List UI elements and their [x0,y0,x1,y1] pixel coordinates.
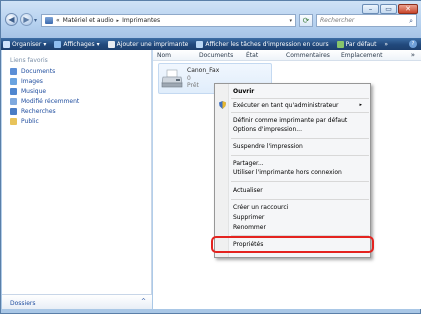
set-default-label: Par défaut [345,40,377,48]
menu-separator [231,138,369,139]
control-panel-icon [45,17,53,24]
back-button[interactable]: ◀ [5,13,18,26]
window-controls: – ▭ ✕ [362,4,418,14]
chevron-down-icon: ▾ [43,40,47,48]
chevron-up-icon: ^ [140,298,146,305]
images-icon [10,78,17,85]
add-printer-icon [107,40,115,48]
column-location[interactable]: Emplacement [341,52,382,59]
menu-item-set-default[interactable]: Définir comme imprimante par défaut [233,117,347,124]
menu-item-refresh[interactable]: Actualiser [233,187,263,194]
submenu-arrow-icon: ▸ [359,102,362,108]
sidebar-item-label: Musique [21,88,47,95]
minimize-button[interactable]: – [362,4,379,14]
print-queue-icon [196,40,204,48]
menu-item-printing-preferences[interactable]: Options d'impression... [233,126,302,133]
sidebar-item-label: Documents [21,68,56,75]
menu-item-rename[interactable]: Renommer [233,224,266,231]
menu-item-pause-printing[interactable]: Suspendre l'impression [233,143,303,150]
views-label: Affichages [63,40,95,48]
menu-separator [231,155,369,156]
maximize-button[interactable]: ▭ [380,4,397,14]
print-queue-button[interactable]: Afficher les tâches d'impression en cour… [196,40,329,48]
toolbar-overflow-button[interactable]: » [384,41,388,48]
menu-icon-gutter [215,84,229,257]
explorer-window: – ▭ ✕ ◀ ▶ ▾ « Matériel et audio ▸ Imprim… [0,0,421,314]
forward-button[interactable]: ▶ [20,13,33,26]
sidebar-item-images[interactable]: Images [10,78,43,85]
breadcrumb-printers[interactable]: Imprimantes [122,17,160,24]
sidebar-item-label: Images [21,78,43,85]
views-icon [54,40,62,48]
add-printer-button[interactable]: Ajouter une imprimante [107,40,189,48]
printer-name: Canon_Fax [187,67,220,74]
documents-icon [10,68,17,75]
context-menu: Ouvrir Exécuter en tant qu'administrateu… [214,83,371,258]
print-queue-label: Afficher les tâches d'impression en cour… [205,40,329,48]
sidebar-item-searches[interactable]: Recherches [10,108,56,115]
organize-icon [3,40,10,48]
music-icon [10,88,17,95]
column-header-row: Nom Documents État Commentaires Emplacem… [153,50,421,61]
default-printer-icon [336,40,344,48]
menu-item-create-shortcut[interactable]: Créer un raccourci [233,204,288,211]
recent-pages-dropdown[interactable]: ▾ [34,17,37,24]
sidebar-item-label: Public [21,118,39,125]
set-default-button[interactable]: Par défaut [336,40,377,48]
column-documents[interactable]: Documents [199,52,233,59]
columns-overflow[interactable]: » [411,51,415,59]
search-placeholder: Rechercher [320,17,355,24]
sidebar-item-label: Recherches [21,108,56,115]
sidebar-item-music[interactable]: Musique [10,88,46,95]
sidebar-item-recent[interactable]: Modifié récemment [10,98,79,105]
breadcrumb-separator[interactable]: ▸ [117,18,120,24]
column-comments[interactable]: Commentaires [286,52,330,59]
address-overflow[interactable]: « [56,17,60,24]
sidebar-item-documents[interactable]: Documents [10,68,55,75]
menu-separator [231,112,369,113]
views-button[interactable]: Affichages ▾ [54,40,100,48]
address-dropdown-icon[interactable]: ▾ [289,18,292,24]
printer-status: Prêt [187,82,199,89]
printer-documents-count: 0 [187,75,191,82]
recent-icon [10,98,17,105]
command-toolbar: Organiser ▾ Affichages ▾ Ajouter une imp… [1,38,421,50]
menu-item-run-as-admin[interactable]: Exécuter en tant qu'administrateur [233,102,339,109]
fax-printer-icon [161,69,183,88]
menu-separator [231,181,369,182]
sidebar-item-public[interactable]: Public [10,118,39,125]
shield-icon [219,101,226,109]
favorite-links-title: Liens favoris [10,57,48,64]
title-bar: – ▭ ✕ ◀ ▶ ▾ « Matériel et audio ▸ Imprim… [1,1,421,38]
chevron-down-icon: ▾ [96,40,100,48]
add-printer-label: Ajouter une imprimante [116,40,189,48]
organize-label: Organiser [12,40,42,48]
column-name[interactable]: Nom [157,52,171,59]
menu-item-open[interactable]: Ouvrir [233,88,254,95]
address-bar[interactable]: « Matériel et audio ▸ Imprimantes ▾ [41,14,296,27]
menu-separator [231,199,369,200]
navigation-pane: Liens favoris Documents Images Musique M… [2,50,152,309]
sidebar-item-label: Modifié récemment [21,98,80,105]
menu-item-use-offline[interactable]: Utiliser l'imprimante hors connexion [233,169,342,176]
breadcrumb-hardware-sound[interactable]: Matériel et audio [63,17,114,24]
close-button[interactable]: ✕ [398,4,418,14]
folders-toggle[interactable]: Dossiers ^ [2,294,152,309]
search-input[interactable]: Rechercher ⌕ [316,14,417,27]
column-status[interactable]: État [246,52,258,59]
refresh-button[interactable]: ⟳ [299,14,313,27]
properties-highlight-box [211,236,374,253]
help-icon[interactable]: ? [409,40,417,48]
menu-separator [231,98,369,99]
searches-icon [10,108,17,115]
public-folder-icon [10,118,17,125]
menu-item-share[interactable]: Partager... [233,160,264,167]
folders-label: Dossiers [10,300,36,307]
organize-button[interactable]: Organiser ▾ [3,40,47,48]
search-icon[interactable]: ⌕ [409,17,413,26]
menu-item-delete[interactable]: Supprimer [233,214,264,221]
